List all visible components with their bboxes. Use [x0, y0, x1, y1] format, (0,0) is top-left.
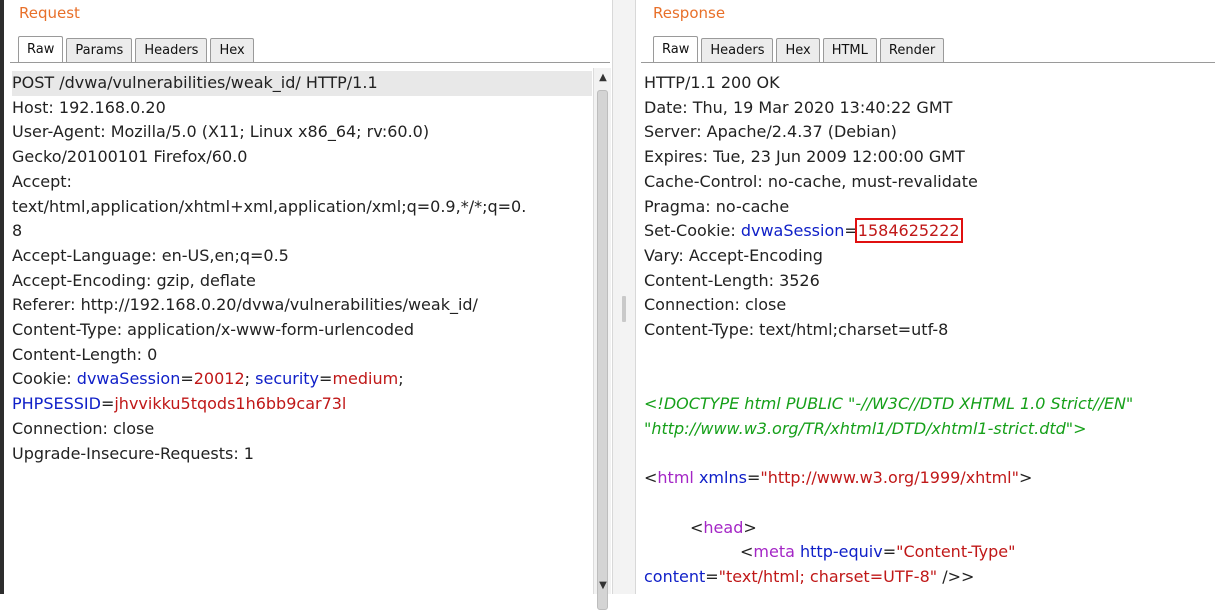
- request-tab-raw[interactable]: Raw: [18, 36, 64, 62]
- response-line: Server: Apache/2.4.37 (Debian): [644, 122, 897, 142]
- response-tab-render[interactable]: Render: [879, 38, 945, 62]
- response-tab-hex[interactable]: Hex: [776, 38, 820, 62]
- request-tabs: Raw Params Headers Hex: [18, 36, 257, 62]
- response-body[interactable]: HTTP/1.1 200 OK Date: Thu, 19 Mar 2020 13…: [642, 68, 1216, 590]
- httpequiv-attr: http-equiv: [800, 542, 883, 562]
- request-line: Referer: http://192.168.0.20/dvwa/vulner…: [12, 295, 478, 315]
- setcookie-label: Set-Cookie:: [644, 221, 741, 241]
- request-title: Request: [19, 4, 80, 22]
- meta-tag-line: <meta http-equiv="Content-Type": [644, 540, 1216, 565]
- angle-close: >: [961, 567, 975, 586]
- angle-open: <: [644, 468, 658, 488]
- request-tab-params[interactable]: Params: [66, 38, 133, 62]
- request-editor[interactable]: POST /dvwa/vulnerabilities/weak_id/ HTTP…: [10, 68, 592, 594]
- xmlns-attr: xmlns: [698, 468, 747, 488]
- semicolon: ;: [398, 369, 404, 389]
- divider-grip-icon[interactable]: [622, 296, 626, 322]
- html-tag: html: [657, 468, 694, 488]
- request-line: Content-Type: application/x-www-form-url…: [12, 320, 415, 340]
- request-line: Accept-Encoding: gzip, deflate: [12, 270, 256, 290]
- meta-tag: meta: [753, 542, 795, 562]
- response-tab-headers[interactable]: Headers: [701, 38, 774, 62]
- angle-open: <: [690, 517, 704, 537]
- content-value: "text/html; charset=UTF-8": [718, 567, 938, 586]
- request-line: 8: [12, 221, 23, 241]
- response-tab-underline: [641, 62, 1215, 63]
- request-tab-underline: [10, 62, 610, 63]
- xmlns-value: "http://www.w3.org/1999/xhtml": [760, 468, 1019, 488]
- cookie-label: Cookie:: [12, 369, 77, 389]
- request-line: text/html,application/xhtml+xml,applicat…: [12, 196, 527, 216]
- response-pane: Response Raw Headers Hex HTML Render HTT…: [636, 0, 1218, 594]
- response-line: Date: Thu, 19 Mar 2020 13:40:22 GMT: [644, 97, 953, 117]
- response-line: Connection: close: [644, 295, 787, 315]
- request-line: Gecko/20100101 Firefox/60.0: [12, 147, 248, 167]
- response-tab-raw[interactable]: Raw: [653, 36, 699, 62]
- equals-sign: =: [882, 542, 897, 562]
- doctype-line: "http://www.w3.org/TR/xhtml1/DTD/xhtml1-…: [644, 418, 1087, 438]
- request-line: Connection: close: [12, 418, 155, 438]
- split-divider[interactable]: [612, 0, 636, 594]
- scroll-down-arrow-icon[interactable]: ▼: [597, 580, 609, 592]
- request-line: Upgrade-Insecure-Requests: 1: [12, 443, 254, 463]
- request-line: Content-Length: 0: [12, 344, 158, 364]
- meta-content-line: content="text/html; charset=UTF-8" />>: [644, 565, 1216, 590]
- angle-open: <: [740, 542, 754, 562]
- request-tab-headers[interactable]: Headers: [135, 38, 208, 62]
- response-line: Pragma: no-cache: [644, 196, 790, 216]
- response-line: HTTP/1.1 200 OK: [644, 73, 780, 92]
- request-body[interactable]: POST /dvwa/vulnerabilities/weak_id/ HTTP…: [10, 68, 592, 466]
- content-attr: content: [644, 567, 706, 586]
- response-line: Cache-Control: no-cache, must-revalidate: [644, 171, 978, 191]
- request-cookie-line-continued: PHPSESSID=jhvvikku5tqods1h6bb9car73l: [12, 392, 592, 417]
- setcookie-name: dvwaSession: [740, 221, 845, 241]
- cookie-name-phpsessid: PHPSESSID: [12, 394, 101, 414]
- request-line: POST /dvwa/vulnerabilities/weak_id/ HTTP…: [12, 71, 592, 96]
- equals-sign: =: [100, 394, 115, 414]
- cookie-name-security: security: [255, 369, 320, 389]
- request-tab-hex[interactable]: Hex: [210, 38, 254, 62]
- response-title: Response: [653, 4, 726, 22]
- request-line: Host: 192.168.0.20: [12, 97, 166, 117]
- response-setcookie-line: Set-Cookie: dvwaSession=1584625222: [644, 218, 1216, 244]
- response-editor[interactable]: HTTP/1.1 200 OK Date: Thu, 19 Mar 2020 13…: [642, 68, 1216, 594]
- equals-sign: =: [844, 221, 858, 241]
- request-line: Accept:: [12, 171, 72, 191]
- response-line: Vary: Accept-Encoding: [644, 245, 823, 265]
- equals-sign: =: [746, 468, 761, 488]
- scrollbar-thumb[interactable]: [597, 90, 608, 610]
- angle-close: >: [743, 517, 757, 537]
- request-line: Accept-Language: en-US,en;q=0.5: [12, 245, 289, 265]
- request-line: User-Agent: Mozilla/5.0 (X11; Linux x86_…: [12, 122, 430, 142]
- response-line: Content-Length: 3526: [644, 270, 820, 290]
- angle-close: >: [1018, 468, 1033, 488]
- cookie-value-dvwasession: 20012: [193, 369, 245, 389]
- head-tag-line: <head>: [644, 516, 1216, 541]
- request-scrollbar[interactable]: ▲ ▼: [593, 68, 611, 610]
- response-tab-html[interactable]: HTML: [822, 38, 877, 62]
- html-tag-line: <html xmlns="http://www.w3.org/1999/xhtm…: [644, 466, 1216, 491]
- self-close: />: [937, 567, 961, 586]
- response-line: Content-Type: text/html;charset=utf-8: [644, 320, 949, 340]
- response-line: Expires: Tue, 23 Jun 2009 12:00:00 GMT: [644, 147, 965, 167]
- equals-sign: =: [705, 567, 719, 586]
- request-pane: Request Raw Params Headers Hex POST /dvw…: [4, 0, 612, 610]
- equals-sign: =: [180, 369, 194, 389]
- response-tabs: Raw Headers Hex HTML Render: [653, 36, 947, 62]
- httpequiv-value: "Content-Type": [896, 542, 1016, 562]
- scroll-up-arrow-icon[interactable]: ▲: [597, 72, 609, 84]
- cookie-value-security: medium: [332, 369, 399, 389]
- separator: ;: [244, 369, 256, 389]
- doctype-line: <!DOCTYPE html PUBLIC "-//W3C//DTD XHTML…: [644, 394, 1134, 414]
- request-cookie-line: Cookie: dvwaSession=20012; security=medi…: [12, 367, 592, 392]
- cookie-value-phpsessid: jhvvikku5tqods1h6bb9car73l: [114, 394, 347, 414]
- head-tag: head: [703, 517, 744, 537]
- setcookie-value-highlighted: 1584625222: [854, 218, 963, 244]
- equals-sign: =: [319, 369, 333, 389]
- cookie-name-dvwasession: dvwaSession: [76, 369, 181, 389]
